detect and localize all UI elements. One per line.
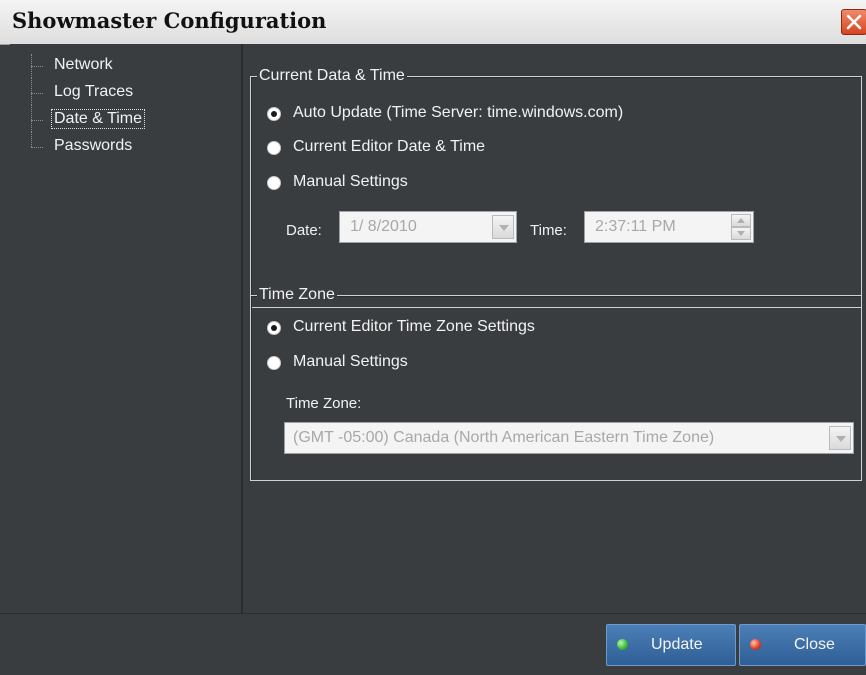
radio-label: Manual Settings [293,173,408,190]
spin-down-button[interactable] [731,227,751,240]
radio-label: Current Editor Date & Time [293,138,486,155]
close-button-label: Close [794,636,835,653]
green-led-icon [617,639,628,650]
timezone-group-title: Time Zone [257,286,337,304]
radio-label: Current Editor Time Zone Settings [293,318,535,335]
spin-up-button[interactable] [731,214,751,227]
timezone-group: Time Zone Current Editor Time Zone Setti… [250,286,862,481]
config-window: Showmaster Configuration Network Log Tra… [0,0,866,675]
date-value: 1/ 8/2010 [350,218,417,235]
update-button-label: Update [651,636,703,653]
time-zone-select[interactable]: (GMT -05:00) Canada (North American East… [284,422,854,454]
tree-item-label: Passwords [54,137,133,154]
radio-button[interactable] [267,141,281,155]
radio-label: Auto Update (Time Server: time.windows.c… [293,104,624,121]
chevron-down-icon [836,436,846,442]
update-button[interactable]: Update [606,624,736,666]
date-picker[interactable]: 1/ 8/2010 [339,211,517,243]
radio-button[interactable] [267,356,281,370]
time-zone-label: Time Zone: [286,395,362,412]
tree-item-passwords[interactable]: Passwords [10,132,210,159]
red-led-icon [750,639,761,650]
radio-manual-time-zone[interactable]: Manual Settings [267,353,767,375]
radio-button[interactable] [267,176,281,190]
radio-manual-date-time[interactable]: Manual Settings [267,173,767,195]
tree-item-label: Log Traces [54,83,134,100]
radio-button[interactable] [267,107,281,121]
time-zone-dropdown-button[interactable] [829,426,851,450]
datetime-group-title: Current Data & Time [257,67,407,85]
tree-item-log-traces[interactable]: Log Traces [10,78,210,105]
window-title: Showmaster Configuration [12,8,327,33]
radio-editor-time-zone[interactable]: Current Editor Time Zone Settings [267,318,767,340]
radio-button[interactable] [267,321,281,335]
close-icon [846,14,862,30]
date-dropdown-button[interactable] [492,215,514,239]
time-label: Time: [530,222,567,239]
time-zone-value: (GMT -05:00) Canada (North American East… [293,429,715,446]
window-close-button[interactable] [841,9,866,35]
tree-item-label: Date & Time [50,109,146,129]
arrow-down-icon [737,231,745,236]
close-button[interactable]: Close [739,624,866,666]
settings-tree: Network Log Traces Date & Time Passwords [10,44,243,613]
button-bar: Update Close [0,613,866,675]
datetime-group: Current Data & Time Auto Update (Time Se… [250,67,862,308]
time-value: 2:37:11 PM [595,218,676,235]
time-picker[interactable]: 2:37:11 PM [584,211,754,243]
tree-item-date-time[interactable]: Date & Time [10,105,210,132]
arrow-up-icon [737,218,745,223]
time-spinner[interactable] [731,214,751,240]
radio-editor-date-time[interactable]: Current Editor Date & Time [267,138,767,160]
date-label: Date: [286,222,322,239]
radio-auto-update[interactable]: Auto Update (Time Server: time.windows.c… [267,104,767,126]
tree-item-label: Network [54,56,113,73]
title-bar: Showmaster Configuration [0,0,866,45]
settings-panel: Current Data & Time Auto Update (Time Se… [243,44,866,613]
chevron-down-icon [499,225,509,231]
radio-label: Manual Settings [293,353,408,370]
tree-item-network[interactable]: Network [10,54,210,78]
